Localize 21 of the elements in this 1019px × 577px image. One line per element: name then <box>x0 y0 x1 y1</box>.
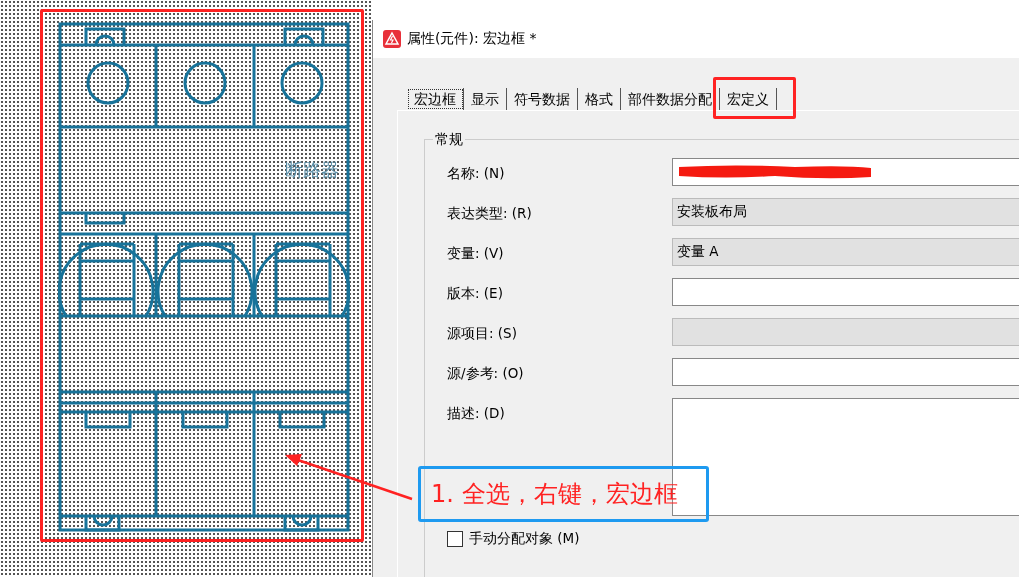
input-field[interactable]: 变量 A <box>672 238 1019 266</box>
input-field[interactable] <box>672 358 1019 386</box>
checkbox-label: 手动分配对象 (M) <box>469 530 580 548</box>
field-label: 名称: (N) <box>447 164 506 183</box>
field-label: 版本: (E) <box>447 284 504 303</box>
warning-icon <box>383 30 401 48</box>
tab[interactable]: 宏边框 <box>407 88 464 110</box>
input-field[interactable] <box>672 318 1019 346</box>
checkbox[interactable] <box>447 531 463 547</box>
group-title: 常规 <box>433 131 465 149</box>
input-field[interactable]: 安装板布局 <box>672 198 1019 226</box>
input-field[interactable] <box>672 278 1019 306</box>
field-label: 表达类型: (R) <box>447 204 533 223</box>
field-label: 变量: (V) <box>447 244 505 263</box>
annotation-text: 1. 全选，右键，宏边框 <box>431 479 678 510</box>
field-label: 源/参考: (O) <box>447 364 525 383</box>
field-label: 源项目: (S) <box>447 324 518 343</box>
window-title: 属性(元件): 宏边框 * <box>407 30 537 48</box>
symbol-label: 断路器 <box>285 159 339 180</box>
field-label: 描述: (D) <box>447 404 506 423</box>
input-field[interactable] <box>672 158 1019 186</box>
